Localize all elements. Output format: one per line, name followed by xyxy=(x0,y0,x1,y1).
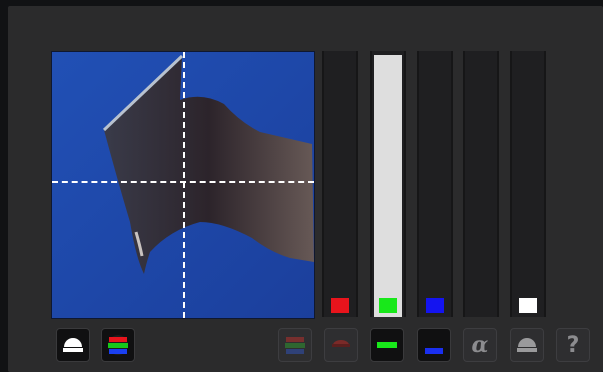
alpha-channel-button[interactable]: α xyxy=(463,328,497,362)
rgb-channels-icon xyxy=(285,337,305,354)
alpha-channel-meter xyxy=(463,51,499,317)
help-icon: ? xyxy=(566,332,580,358)
luminance-display-button[interactable] xyxy=(56,328,90,362)
help-button[interactable]: ? xyxy=(556,328,590,362)
luminance-channel-button[interactable] xyxy=(510,328,544,362)
red-channel-button[interactable] xyxy=(324,328,358,362)
green-channel-icon xyxy=(377,342,397,348)
green-channel-meter xyxy=(370,51,406,317)
luminance-display-icon xyxy=(63,338,83,355)
green-channel-button[interactable] xyxy=(370,328,404,362)
crosshair-horizontal xyxy=(52,181,314,183)
luminance-swatch xyxy=(519,298,537,313)
blue-channel-icon xyxy=(425,348,443,354)
luminance-channel-meter xyxy=(510,51,546,317)
crosshair-vertical xyxy=(183,52,185,318)
rgb-display-button[interactable] xyxy=(101,328,135,362)
luminance-channel-icon xyxy=(517,338,537,352)
red-swatch xyxy=(331,298,349,313)
alpha-channel-icon: α xyxy=(471,332,489,358)
color-picker-preview[interactable] xyxy=(51,51,315,319)
red-channel-icon xyxy=(332,340,350,347)
green-swatch xyxy=(379,298,397,313)
red-channel-meter xyxy=(322,51,358,317)
blue-swatch xyxy=(426,298,444,313)
rgb-channels-button[interactable] xyxy=(278,328,312,362)
rgb-display-icon xyxy=(108,335,128,355)
meter-fill xyxy=(374,55,402,317)
blue-channel-meter xyxy=(417,51,453,317)
blue-channel-button[interactable] xyxy=(417,328,451,362)
